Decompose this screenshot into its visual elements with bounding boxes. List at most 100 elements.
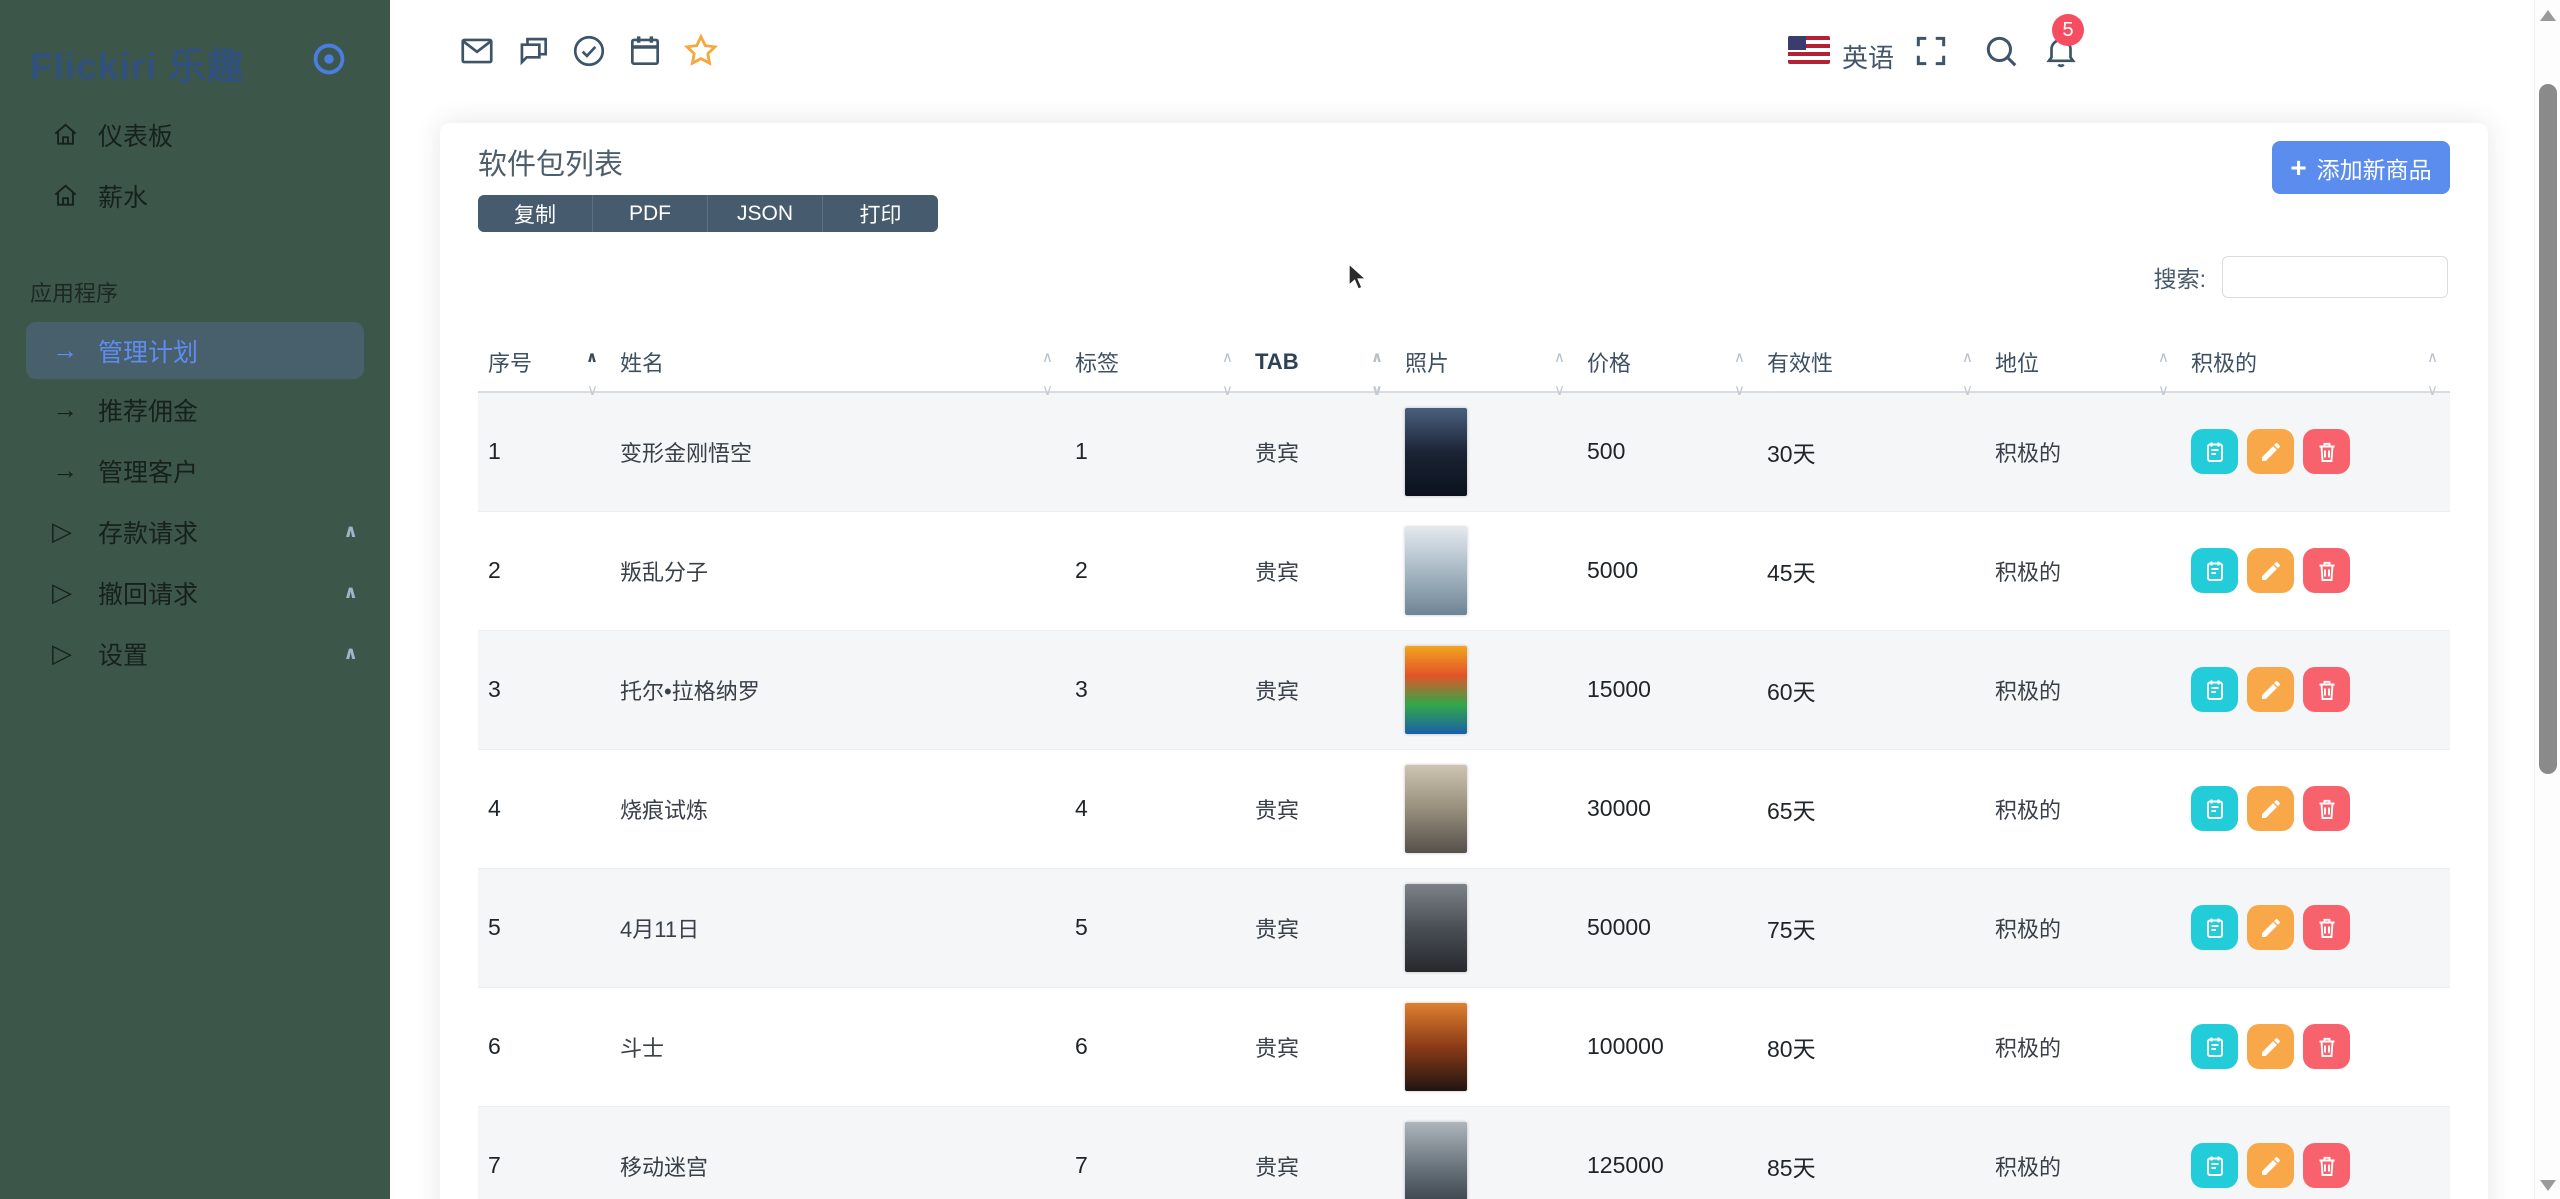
calendar-row-button[interactable] [2191,1024,2238,1069]
column-header-8[interactable]: 地位∧∨ [1985,340,2181,392]
edit-icon [2259,1035,2283,1059]
package-name: 移动迷宫 [610,1106,1065,1199]
movie-poster-image [1405,765,1467,853]
column-header-2[interactable]: 姓名∧∨ [610,340,1065,392]
sidebar-item-label: 仪表板 [98,117,173,153]
column-label: 积极的 [2191,351,2257,376]
calendar-row-button[interactable] [2191,786,2238,831]
edit-row-button[interactable] [2247,1143,2294,1188]
export-button-打印[interactable]: 打印 [823,195,938,232]
sort-desc-icon[interactable]: ∨ [1222,381,1233,399]
delete-row-button[interactable] [2303,667,2350,712]
edit-icon [2259,559,2283,583]
edit-icon [2259,1154,2283,1178]
us-flag-icon[interactable] [1788,36,1830,64]
calendar-row-button[interactable] [2191,905,2238,950]
column-header-9[interactable]: 积极的∧∨ [2181,340,2450,392]
calendar-row-button[interactable] [2191,548,2238,593]
export-button-pdf[interactable]: PDF [593,195,708,232]
delete-row-button[interactable] [2303,429,2350,474]
sidebar-item-7[interactable]: ▷撤回请求∧ [0,562,390,623]
column-header-4[interactable]: TAB∧∨ [1245,340,1395,392]
delete-icon [2315,678,2339,702]
language-selector[interactable]: 英语 [1842,38,1894,75]
sort-desc-icon[interactable]: ∨ [1554,381,1565,399]
calendar-row-button[interactable] [2191,667,2238,712]
star-icon[interactable] [682,32,720,70]
scrollbar-thumb[interactable] [2539,84,2557,774]
sidebar-item-2[interactable]: 薪水 [0,165,390,226]
delete-row-button[interactable] [2303,548,2350,593]
target-icon[interactable] [310,40,348,78]
tab-value: 贵宾 [1245,987,1395,1106]
sidebar-item-4[interactable]: →推荐佣金 [0,379,390,440]
sidebar-item-label: 推荐佣金 [98,392,198,428]
chevron-up-icon: ∧ [343,521,358,542]
chat-icon[interactable] [514,32,552,70]
sidebar-item-1[interactable]: 仪表板 [0,104,390,165]
column-header-6[interactable]: 价格∧∨ [1577,340,1757,392]
sort-desc-icon[interactable]: ∨ [2427,381,2438,399]
sidebar: Flickiri 乐趣 仪表板薪水应用程序→管理计划→推荐佣金→管理客户▷存款请… [0,0,390,1199]
sidebar-item-6[interactable]: ▷存款请求∧ [0,501,390,562]
mail-icon[interactable] [458,32,496,70]
sidebar-item-5[interactable]: →管理客户 [0,440,390,501]
column-header-3[interactable]: 标签∧∨ [1065,340,1245,392]
edit-row-button[interactable] [2247,548,2294,593]
sort-asc-icon[interactable]: ∧ [1371,348,1383,366]
edit-row-button[interactable] [2247,905,2294,950]
delete-row-button[interactable] [2303,1143,2350,1188]
column-header-1[interactable]: 序号∧∨ [478,340,610,392]
scrollbar-up-arrow[interactable] [2540,10,2556,21]
fullscreen-icon[interactable] [1912,32,1950,70]
add-new-item-button[interactable]: + 添加新商品 [2272,141,2450,194]
search-icon[interactable] [1982,32,2020,70]
sort-asc-icon[interactable]: ∧ [1222,348,1233,366]
sort-desc-icon[interactable]: ∨ [1734,381,1745,399]
column-label: 价格 [1587,351,1631,376]
sort-desc-icon[interactable]: ∨ [1042,381,1053,399]
delete-row-button[interactable] [2303,786,2350,831]
sort-asc-icon[interactable]: ∧ [1734,348,1745,366]
sort-asc-icon[interactable]: ∧ [1042,348,1053,366]
edit-row-button[interactable] [2247,429,2294,474]
sort-asc-icon[interactable]: ∧ [586,348,598,366]
table-row-2: 2叛乱分子2贵宾500045天积极的 [478,511,2450,630]
delete-row-button[interactable] [2303,905,2350,950]
sort-asc-icon[interactable]: ∧ [2158,348,2169,366]
table-row-6: 6斗士6贵宾10000080天积极的 [478,987,2450,1106]
delete-row-button[interactable] [2303,1024,2350,1069]
sort-desc-icon[interactable]: ∨ [587,381,598,399]
topbar: 英语 [390,0,2560,100]
photo-cell [1395,749,1577,868]
sort-asc-icon[interactable]: ∧ [2427,348,2438,366]
export-button-json[interactable]: JSON [708,195,823,232]
calendar-row-button[interactable] [2191,1143,2238,1188]
sidebar-item-8[interactable]: ▷设置∧ [0,623,390,684]
check-circle-icon[interactable] [570,32,608,70]
edit-icon [2259,797,2283,821]
edit-row-button[interactable] [2247,1024,2294,1069]
column-label: 地位 [1995,351,2039,376]
sort-asc-icon[interactable]: ∧ [1554,348,1565,366]
edit-row-button[interactable] [2247,667,2294,712]
price-value: 500 [1577,392,1757,511]
calendar-row-button[interactable] [2191,429,2238,474]
table-row-4: 4烧痕试炼4贵宾3000065天积极的 [478,749,2450,868]
sort-asc-icon[interactable]: ∧ [1962,348,1973,366]
calendar-icon [2203,916,2227,940]
table-search-input[interactable] [2222,256,2448,298]
edit-row-button[interactable] [2247,786,2294,831]
sidebar-item-3[interactable]: →管理计划 [26,322,364,379]
sort-desc-icon[interactable]: ∨ [1962,381,1973,399]
page-scrollbar[interactable] [2534,0,2560,1199]
column-header-5[interactable]: 照片∧∨ [1395,340,1577,392]
row-number: 6 [478,987,610,1106]
calendar-icon[interactable] [626,32,664,70]
sort-desc-icon[interactable]: ∨ [2158,381,2169,399]
home-icon [52,121,98,148]
sort-desc-icon[interactable]: ∨ [1371,381,1383,399]
scrollbar-down-arrow[interactable] [2540,1180,2556,1191]
column-header-7[interactable]: 有效性∧∨ [1757,340,1985,392]
export-button-复制[interactable]: 复制 [478,195,593,232]
